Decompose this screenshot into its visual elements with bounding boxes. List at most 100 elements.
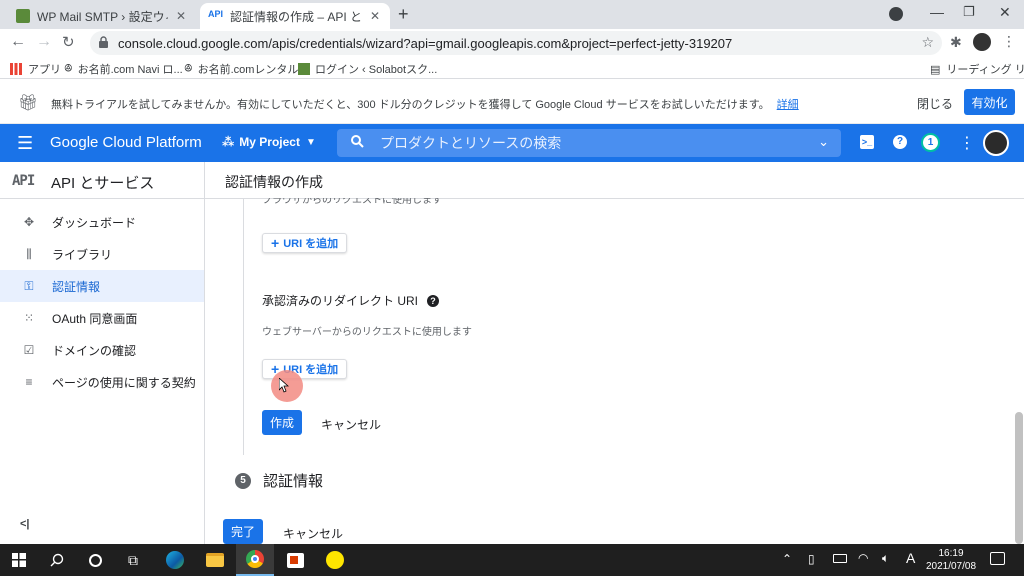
- sidenav-title: API とサービス: [51, 175, 155, 192]
- search-placeholder: プロダクトとリソースの検索: [380, 135, 562, 151]
- sidebar-item-oauth-consent[interactable]: ⁙ OAuth 同意画面: [0, 302, 204, 334]
- file-explorer-icon[interactable]: [196, 544, 234, 576]
- add-origin-uri-button[interactable]: + URI を追加: [262, 233, 348, 253]
- redirect-hint: ウェブサーバーからのリクエストに使用します: [262, 327, 472, 338]
- side-nav: API API とサービス ✥ ダッシュボード ⫼ ライブラリ ⚿ 認証情報 ⁙…: [0, 162, 205, 544]
- tab-search-icon[interactable]: [889, 7, 903, 21]
- tab-title: 認証情報の作成 – API とサービス –: [230, 9, 362, 24]
- address-bar[interactable]: console.cloud.google.com/apis/credential…: [90, 31, 942, 55]
- project-selector[interactable]: ⁂ My Project ▼: [222, 135, 316, 149]
- windows-start-icon[interactable]: [0, 544, 38, 576]
- minimize-icon[interactable]: —: [930, 4, 944, 20]
- done-button[interactable]: 完了: [223, 519, 263, 544]
- scrollbar-thumb[interactable]: [1015, 412, 1023, 544]
- cortana-icon[interactable]: [76, 544, 114, 576]
- gcp-header: ☰ Google Cloud Platform ⁂ My Project ▼ プ…: [0, 124, 1024, 162]
- bookmark-apps[interactable]: アプリ: [10, 61, 61, 77]
- hamburger-menu-icon[interactable]: ☰: [17, 133, 33, 154]
- page-title: 認証情報の作成: [225, 174, 323, 190]
- gift-icon: 🎁︎: [18, 95, 39, 112]
- cloud-shell-icon[interactable]: >_: [860, 135, 874, 149]
- volume-icon[interactable]: 🔈︎: [882, 551, 889, 566]
- sidebar-item-credentials[interactable]: ⚿ 認証情報: [0, 270, 204, 302]
- step-number-badge: 5: [235, 473, 251, 489]
- battery-icon[interactable]: [833, 554, 847, 563]
- sidebar-item-label: ページの使用に関する契約: [52, 375, 196, 390]
- stepper-line: [243, 199, 244, 455]
- step-title: 認証情報: [263, 473, 324, 490]
- button-label: URI を追加: [283, 238, 339, 250]
- task-view-icon[interactable]: ⧉: [114, 544, 152, 576]
- bookmark-star-icon[interactable]: ☆: [921, 34, 934, 51]
- sidebar-item-dashboard[interactable]: ✥ ダッシュボード: [0, 206, 204, 238]
- wifi-icon[interactable]: ◠: [858, 551, 868, 565]
- window-close-icon[interactable]: ✕: [999, 4, 1011, 21]
- bookmarks-bar: アプリ ꔮ お名前.com Navi ロ... ꔮ お名前.comレンタル...…: [0, 57, 1024, 79]
- profile-avatar[interactable]: [973, 33, 991, 51]
- menu-kebab-icon[interactable]: ⋮: [1002, 33, 1016, 50]
- sidebar-item-domain-verification[interactable]: ☑ ドメインの確認: [0, 334, 204, 366]
- restore-icon[interactable]: ❐: [963, 4, 975, 20]
- windows-taskbar: ⧉ ⌃ ▯ ◠ 🔈︎ A 16:19 2021/07/08: [0, 544, 1024, 576]
- bookmark-onamae-navi[interactable]: ꔮ お名前.com Navi ロ...: [64, 61, 183, 77]
- ime-indicator[interactable]: A: [906, 550, 915, 566]
- banner-close-button[interactable]: 閉じる: [917, 95, 953, 112]
- reload-icon[interactable]: ↻: [62, 33, 75, 51]
- banner-message: 無料トライアルを試してみませんか。有効にしていただくと、300 ドル分のクレジッ…: [51, 96, 799, 112]
- new-tab-plus-icon[interactable]: +: [398, 4, 409, 25]
- tab-wp-mail-smtp[interactable]: WP Mail SMTP › 設定ウィザード ✕: [8, 3, 196, 29]
- account-avatar[interactable]: [983, 130, 1009, 156]
- lock-icon: [99, 36, 108, 48]
- cancel-all-button[interactable]: キャンセル: [283, 525, 343, 542]
- notification-badge[interactable]: 1: [921, 133, 940, 152]
- search-bar[interactable]: プロダクトとリソースの検索 ⌄: [337, 129, 841, 157]
- product-title[interactable]: Google Cloud Platform: [50, 134, 202, 151]
- chevron-up-icon[interactable]: ⌃: [782, 552, 792, 566]
- close-icon[interactable]: ✕: [174, 9, 188, 23]
- project-name: My Project: [239, 135, 300, 149]
- divider: [0, 198, 204, 199]
- help-icon[interactable]: ?: [427, 294, 440, 307]
- bookmark-solabot[interactable]: ログイン ‹ Solabotスク...: [298, 61, 437, 77]
- forward-icon[interactable]: →: [36, 33, 52, 51]
- close-icon[interactable]: ✕: [368, 9, 382, 23]
- bookmark-label: ログイン ‹ Solabotスク...: [315, 64, 438, 76]
- help-icon[interactable]: ?: [893, 135, 907, 149]
- collapse-nav-icon[interactable]: <|: [20, 518, 30, 530]
- bookmark-label: お名前.com Navi ロ...: [77, 64, 183, 76]
- settings-list-icon: ≡: [25, 375, 33, 389]
- back-icon[interactable]: ←: [10, 33, 26, 51]
- chrome-icon[interactable]: [236, 544, 274, 576]
- reading-list-label: リーディング リスト: [946, 64, 1024, 76]
- origins-hint: ブラウザからのリクエストに使用します: [262, 198, 442, 206]
- search-icon[interactable]: [38, 544, 76, 576]
- tab-title: WP Mail SMTP › 設定ウィザード: [37, 9, 168, 24]
- notifications-icon[interactable]: [990, 552, 1005, 565]
- details-link[interactable]: 詳細: [777, 99, 799, 111]
- activate-button[interactable]: 有効化: [964, 89, 1015, 115]
- sidebar-item-library[interactable]: ⫼ ライブラリ: [0, 238, 204, 270]
- main-content: 認証情報の作成 ブラウザからのリクエストに使用します + URI を追加 承認済…: [205, 162, 1024, 544]
- trial-banner: 🎁︎ 無料トライアルを試してみませんか。有効にしていただくと、300 ドル分のク…: [0, 80, 1024, 124]
- chevron-down-icon[interactable]: ⌄: [818, 134, 829, 150]
- library-icon: ⫼: [26, 246, 32, 261]
- checkbox-icon: ☑: [23, 343, 35, 357]
- reading-list[interactable]: ▤ リーディング リスト: [930, 61, 1024, 77]
- sidebar-item-page-usage-agreements[interactable]: ≡ ページの使用に関する契約: [0, 366, 204, 398]
- sidebar-item-label: OAuth 同意画面: [52, 311, 138, 326]
- url-text: console.cloud.google.com/apis/credential…: [118, 35, 733, 51]
- bookmark-onamae-rental[interactable]: ꔮ お名前.comレンタル...: [184, 61, 308, 77]
- project-dots-icon: ⁂: [222, 135, 235, 149]
- extensions-icon[interactable]: ✱: [950, 34, 962, 51]
- edge-icon[interactable]: [156, 544, 194, 576]
- apps-grid-icon: [10, 63, 22, 75]
- create-button[interactable]: 作成: [262, 410, 302, 435]
- presentation-app-icon[interactable]: [276, 544, 314, 576]
- clock[interactable]: 16:19 2021/07/08: [925, 547, 977, 573]
- cancel-button[interactable]: キャンセル: [321, 416, 381, 433]
- yellow-app-icon[interactable]: [316, 544, 354, 576]
- device-icon[interactable]: ▯: [808, 552, 815, 566]
- more-vert-icon[interactable]: ⋮: [959, 133, 975, 153]
- dashboard-icon: ✥: [23, 215, 35, 229]
- tab-credentials[interactable]: API 認証情報の作成 – API とサービス – ✕: [200, 3, 390, 29]
